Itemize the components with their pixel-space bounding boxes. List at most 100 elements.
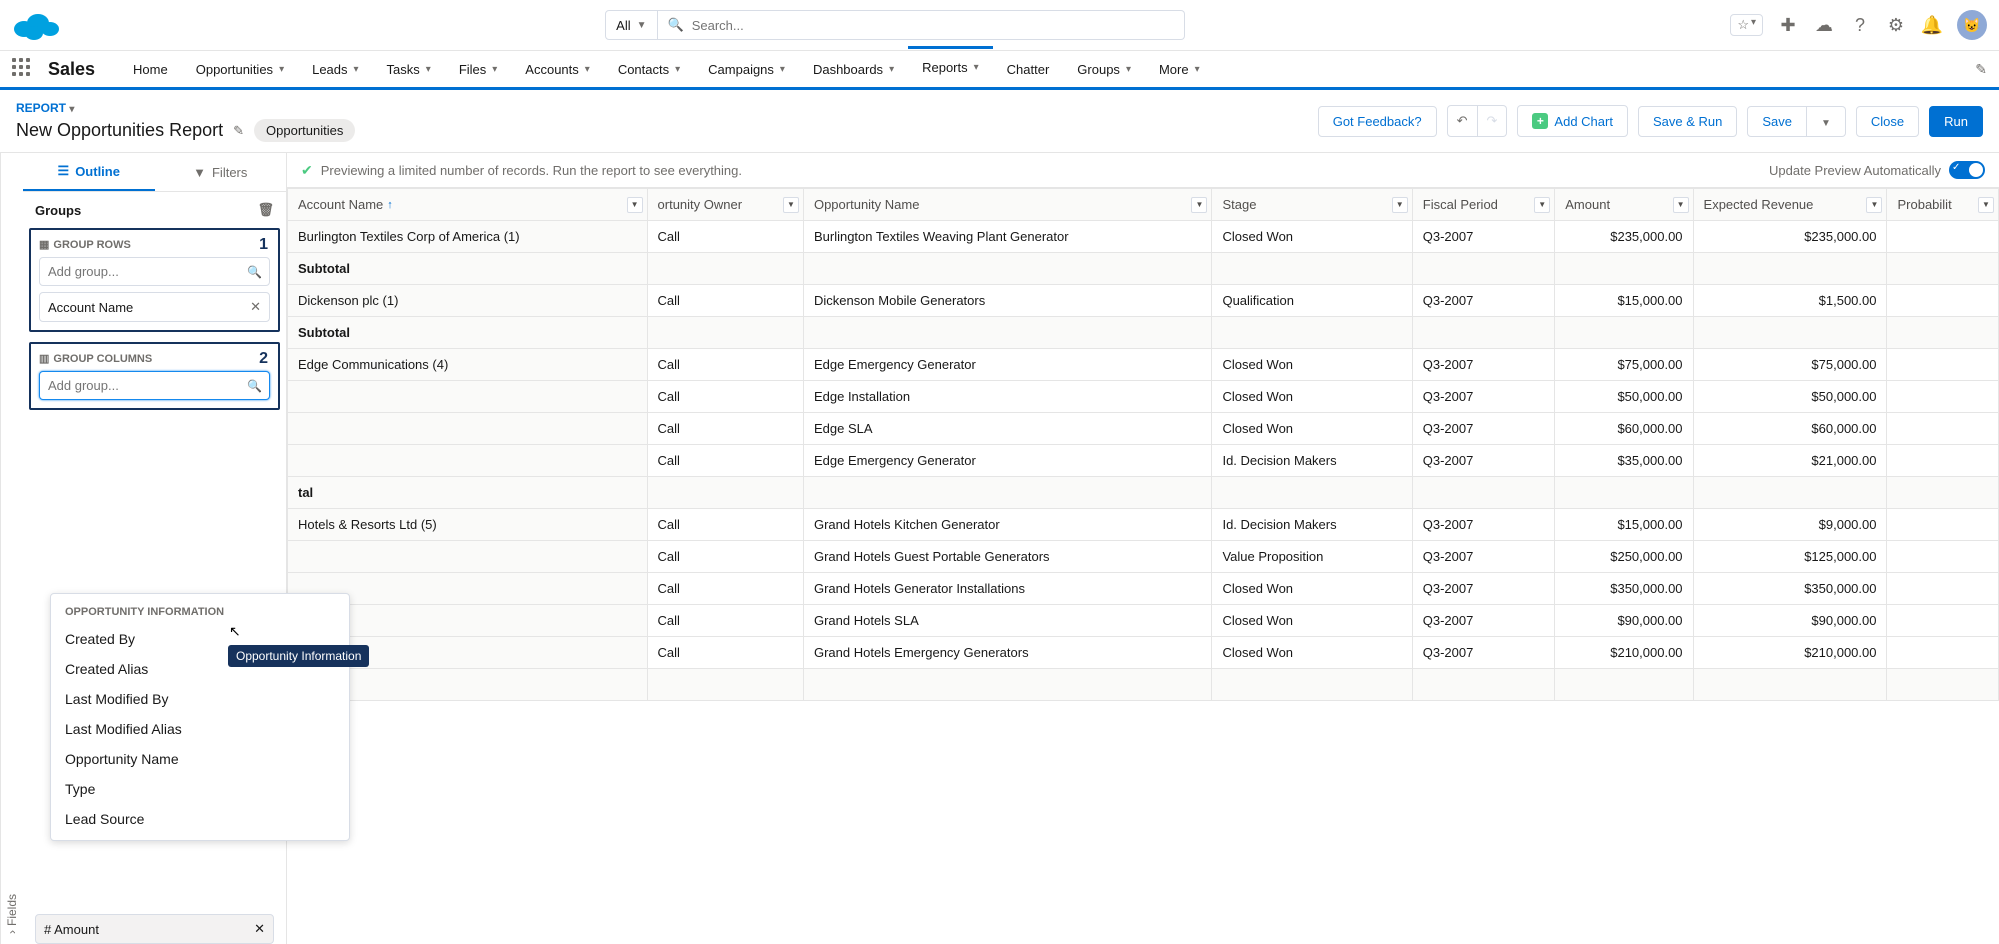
global-search: All ▼ 🔍: [605, 10, 1185, 40]
auto-update-toggle[interactable]: [1949, 161, 1985, 179]
table-row: CallEdge Emergency GeneratorId. Decision…: [288, 445, 1999, 477]
app-nav: Sales HomeOpportunities▾Leads▾Tasks▾File…: [0, 50, 1999, 90]
save-menu-button[interactable]: ▼: [1807, 106, 1846, 137]
add-icon[interactable]: ✚: [1777, 14, 1799, 36]
column-header[interactable]: ortunity Owner▼: [647, 189, 803, 221]
run-button[interactable]: Run: [1929, 106, 1983, 137]
save-button[interactable]: Save: [1747, 106, 1807, 137]
app-name: Sales: [48, 59, 95, 80]
trash-icon[interactable]: 🗑: [257, 202, 274, 218]
chevron-down-icon: ▾: [585, 64, 590, 75]
column-header[interactable]: Probabilit▼: [1887, 189, 1999, 221]
salesforce-logo: [12, 9, 60, 41]
column-menu-icon[interactable]: ▼: [783, 197, 799, 213]
close-button[interactable]: Close: [1856, 106, 1919, 137]
chevron-down-icon: ▾: [1195, 64, 1200, 75]
remove-icon[interactable]: ✕: [250, 299, 261, 315]
table-row: CallEdge InstallationClosed WonQ3-2007$5…: [288, 381, 1999, 413]
nav-item-files[interactable]: Files▾: [445, 49, 511, 89]
table-row: Hotels & Resorts Ltd (5)CallGrand Hotels…: [288, 509, 1999, 541]
report-type-link[interactable]: REPORT ▾: [16, 101, 74, 115]
column-header[interactable]: Fiscal Period▼: [1412, 189, 1554, 221]
nav-item-campaigns[interactable]: Campaigns▾: [694, 49, 799, 89]
nav-item-reports[interactable]: Reports▾: [908, 46, 993, 86]
chevron-down-icon: ▼: [637, 20, 647, 31]
group-rows-input[interactable]: [39, 257, 270, 286]
chevron-down-icon: ▾: [889, 64, 894, 75]
column-menu-icon[interactable]: ▼: [1866, 197, 1882, 213]
dropdown-item[interactable]: Last Modified By: [51, 684, 349, 714]
nav-item-opportunities[interactable]: Opportunities▾: [182, 49, 298, 89]
success-icon: ✔: [301, 162, 313, 179]
redo-button[interactable]: ↷: [1478, 105, 1508, 137]
favorites-button[interactable]: ☆▾: [1730, 14, 1763, 36]
table-row: Burlington Textiles Corp of America (1)C…: [288, 221, 1999, 253]
trailhead-icon[interactable]: ☁: [1813, 14, 1835, 36]
table-row: Dickenson plc (1)CallDickenson Mobile Ge…: [288, 285, 1999, 317]
group-row-pill-account-name[interactable]: Account Name ✕: [39, 292, 270, 322]
nav-item-accounts[interactable]: Accounts▾: [511, 49, 604, 89]
auto-update-label: Update Preview Automatically: [1769, 163, 1941, 178]
column-header[interactable]: Opportunity Name▼: [803, 189, 1211, 221]
search-icon: 🔍: [668, 17, 684, 33]
remove-icon[interactable]: ✕: [254, 921, 265, 937]
tab-outline[interactable]: ☰Outline: [23, 153, 155, 191]
add-chart-button[interactable]: +Add Chart: [1517, 105, 1628, 137]
rows-icon: ▦: [39, 238, 49, 251]
table-row: Edge Communications (4)CallEdge Emergenc…: [288, 349, 1999, 381]
column-header[interactable]: Account Name ↑▼: [288, 189, 648, 221]
dropdown-item[interactable]: Type: [51, 774, 349, 804]
column-menu-icon[interactable]: ▼: [1978, 197, 1994, 213]
table-row: CallGrand Hotels SLAClosed WonQ3-2007$90…: [288, 605, 1999, 637]
nav-item-dashboards[interactable]: Dashboards▾: [799, 49, 908, 89]
chevron-down-icon: ▾: [279, 64, 284, 75]
nav-item-tasks[interactable]: Tasks▾: [373, 49, 445, 89]
setup-icon[interactable]: ⚙: [1885, 14, 1907, 36]
app-launcher-icon[interactable]: [12, 58, 34, 80]
search-scope-label: All: [616, 18, 630, 33]
fields-panel-toggle[interactable]: ›Fields: [0, 153, 23, 944]
chevron-down-icon: ▾: [974, 62, 979, 73]
column-menu-icon[interactable]: ▼: [627, 197, 643, 213]
column-header[interactable]: Stage▼: [1212, 189, 1412, 221]
help-icon[interactable]: ?: [1849, 14, 1871, 36]
column-menu-icon[interactable]: ▼: [1392, 197, 1408, 213]
notifications-icon[interactable]: 🔔: [1921, 14, 1943, 36]
report-title: New Opportunities Report: [16, 120, 223, 141]
column-menu-icon[interactable]: ▼: [1673, 197, 1689, 213]
search-input[interactable]: [692, 18, 1174, 33]
search-icon: 🔍: [247, 265, 262, 279]
callout-number-2: 2: [259, 350, 268, 368]
table-row: CallGrand Hotels Generator Installations…: [288, 573, 1999, 605]
report-table: Account Name ↑▼ortunity Owner▼Opportunit…: [287, 188, 1999, 701]
undo-button[interactable]: ↶: [1447, 105, 1478, 137]
nav-item-chatter[interactable]: Chatter: [993, 49, 1064, 89]
column-header[interactable]: Expected Revenue▼: [1693, 189, 1887, 221]
nav-item-more[interactable]: More▾: [1145, 49, 1214, 89]
save-and-run-button[interactable]: Save & Run: [1638, 106, 1737, 137]
chevron-down-icon: ▾: [492, 64, 497, 75]
tooltip: Opportunity Information: [228, 645, 369, 667]
nav-item-home[interactable]: Home: [119, 49, 182, 89]
report-toolbar: REPORT ▾ New Opportunities Report ✎ Oppo…: [0, 90, 1999, 153]
column-header[interactable]: Amount▼: [1555, 189, 1693, 221]
chevron-down-icon: ▾: [426, 64, 431, 75]
group-columns-input[interactable]: [39, 371, 270, 400]
avatar[interactable]: 😺: [1957, 10, 1987, 40]
dropdown-item[interactable]: Opportunity Name: [51, 744, 349, 774]
chevron-down-icon: ▾: [1751, 17, 1756, 33]
nav-item-leads[interactable]: Leads▾: [298, 49, 372, 89]
search-input-wrap[interactable]: 🔍: [658, 10, 1186, 40]
nav-item-groups[interactable]: Groups▾: [1063, 49, 1145, 89]
tab-filters[interactable]: ▼Filters: [155, 153, 287, 191]
search-scope-dropdown[interactable]: All ▼: [605, 10, 657, 40]
feedback-button[interactable]: Got Feedback?: [1318, 106, 1437, 137]
column-menu-icon[interactable]: ▼: [1534, 197, 1550, 213]
dropdown-item[interactable]: Last Modified Alias: [51, 714, 349, 744]
edit-title-icon[interactable]: ✎: [233, 123, 244, 139]
column-menu-icon[interactable]: ▼: [1191, 197, 1207, 213]
nav-item-contacts[interactable]: Contacts▾: [604, 49, 694, 89]
column-pill-amount[interactable]: # Amount ✕: [35, 914, 274, 944]
edit-nav-icon[interactable]: ✎: [1975, 61, 1987, 78]
dropdown-item[interactable]: Lead Source: [51, 804, 349, 834]
